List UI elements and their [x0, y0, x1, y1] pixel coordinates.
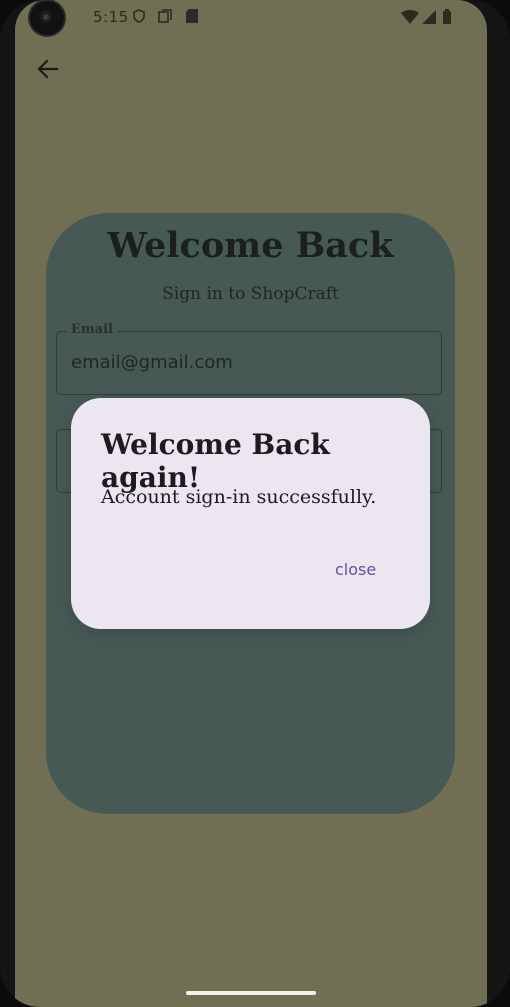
dialog-message: Account sign-in successfully. — [101, 486, 377, 508]
page-title: Welcome Back — [107, 225, 394, 266]
success-dialog: Welcome Back again! Account sign-in succ… — [71, 398, 430, 629]
status-time: 5:15 — [93, 8, 129, 26]
email-field[interactable]: Email email@gmail.com — [56, 322, 442, 395]
shield-icon — [133, 9, 145, 23]
dialog-title: Welcome Back again! — [101, 428, 330, 494]
close-button[interactable]: close — [329, 556, 382, 583]
phone-frame: 5:15 Email email@gmail.com Welcome Back … — [0, 0, 510, 1007]
status-bar: 5:15 — [15, 0, 487, 36]
app-screen: 5:15 Email email@gmail.com Welcome Back … — [15, 0, 487, 1007]
page-subtitle: Sign in to ShopCraft — [162, 284, 339, 304]
home-indicator[interactable] — [186, 991, 316, 995]
battery-icon — [443, 9, 451, 24]
copy-icon — [158, 9, 172, 23]
arrow-back-icon[interactable] — [35, 56, 61, 82]
email-value: email@gmail.com — [71, 352, 233, 373]
wifi-icon — [401, 10, 419, 24]
front-camera — [30, 1, 64, 35]
signal-icon — [422, 10, 436, 24]
email-label: Email — [67, 322, 117, 337]
sd-card-icon — [186, 9, 198, 23]
